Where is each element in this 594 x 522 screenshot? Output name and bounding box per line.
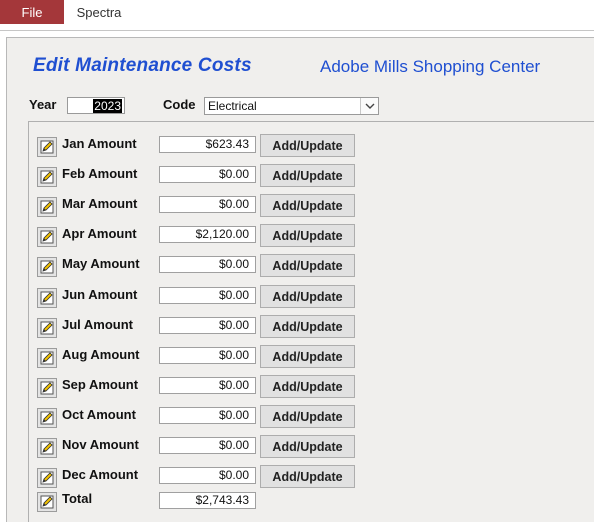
edit-icon[interactable] — [37, 257, 57, 277]
edit-icon[interactable] — [37, 468, 57, 488]
year-value: 2023 — [93, 99, 122, 113]
add-update-button[interactable]: Add/Update — [260, 164, 355, 187]
amount-field[interactable]: $2,120.00 — [159, 226, 256, 243]
add-update-button[interactable]: Add/Update — [260, 134, 355, 157]
add-update-button[interactable]: Add/Update — [260, 224, 355, 247]
code-value: Electrical — [208, 99, 257, 113]
edit-icon[interactable] — [37, 438, 57, 458]
add-update-button[interactable]: Add/Update — [260, 405, 355, 428]
edit-icon[interactable] — [37, 167, 57, 187]
edit-icon[interactable] — [37, 378, 57, 398]
amount-field[interactable]: $0.00 — [159, 407, 256, 424]
edit-icon[interactable] — [37, 318, 57, 338]
edit-icon[interactable] — [37, 408, 57, 428]
month-label: Jul Amount — [62, 317, 134, 332]
month-label: Aug Amount — [62, 347, 140, 362]
ribbon-divider — [0, 30, 594, 31]
add-update-button[interactable]: Add/Update — [260, 254, 355, 277]
edit-icon[interactable] — [37, 197, 57, 217]
amount-field[interactable]: $0.00 — [159, 467, 256, 484]
amount-field[interactable]: $0.00 — [159, 166, 256, 183]
month-label: Jun Amount — [62, 287, 138, 302]
add-update-button[interactable]: Add/Update — [260, 435, 355, 458]
code-label: Code — [163, 97, 196, 112]
edit-icon[interactable] — [37, 288, 57, 308]
add-update-button[interactable]: Add/Update — [260, 375, 355, 398]
file-tab[interactable]: File — [0, 0, 64, 24]
month-label: Mar Amount — [62, 196, 138, 211]
property-name: Adobe Mills Shopping Center — [320, 57, 541, 76]
chevron-down-icon[interactable] — [360, 98, 378, 114]
amount-field[interactable]: $0.00 — [159, 256, 256, 273]
total-field[interactable]: $2,743.43 — [159, 492, 256, 509]
month-label: Sep Amount — [62, 377, 139, 392]
amount-field[interactable]: $0.00 — [159, 437, 256, 454]
ribbon: File Spectra — [0, 0, 594, 24]
amount-field[interactable]: $0.00 — [159, 287, 256, 304]
add-update-button[interactable]: Add/Update — [260, 285, 355, 308]
month-label: Jan Amount — [62, 136, 137, 151]
add-update-button[interactable]: Add/Update — [260, 345, 355, 368]
year-input[interactable]: 2023 — [67, 97, 125, 114]
total-label: Total — [62, 491, 93, 506]
add-update-button[interactable]: Add/Update — [260, 465, 355, 488]
month-label: Nov Amount — [62, 437, 139, 452]
form-title: Edit Maintenance Costs — [33, 55, 252, 76]
month-label: May Amount — [62, 256, 140, 271]
year-label: Year — [29, 97, 57, 112]
edit-icon[interactable] — [37, 492, 57, 512]
spectra-tab[interactable]: Spectra — [64, 0, 134, 24]
code-select[interactable]: Electrical — [204, 97, 379, 115]
month-label: Feb Amount — [62, 166, 138, 181]
edit-icon[interactable] — [37, 227, 57, 247]
month-label: Dec Amount — [62, 467, 139, 482]
edit-icon[interactable] — [37, 137, 57, 157]
edit-icon[interactable] — [37, 348, 57, 368]
amount-field[interactable]: $0.00 — [159, 347, 256, 364]
amount-field[interactable]: $623.43 — [159, 136, 256, 153]
amount-field[interactable]: $0.00 — [159, 377, 256, 394]
add-update-button[interactable]: Add/Update — [260, 315, 355, 338]
month-label: Oct Amount — [62, 407, 136, 422]
add-update-button[interactable]: Add/Update — [260, 194, 355, 217]
amount-field[interactable]: $0.00 — [159, 317, 256, 334]
month-label: Apr Amount — [62, 226, 137, 241]
amount-field[interactable]: $0.00 — [159, 196, 256, 213]
